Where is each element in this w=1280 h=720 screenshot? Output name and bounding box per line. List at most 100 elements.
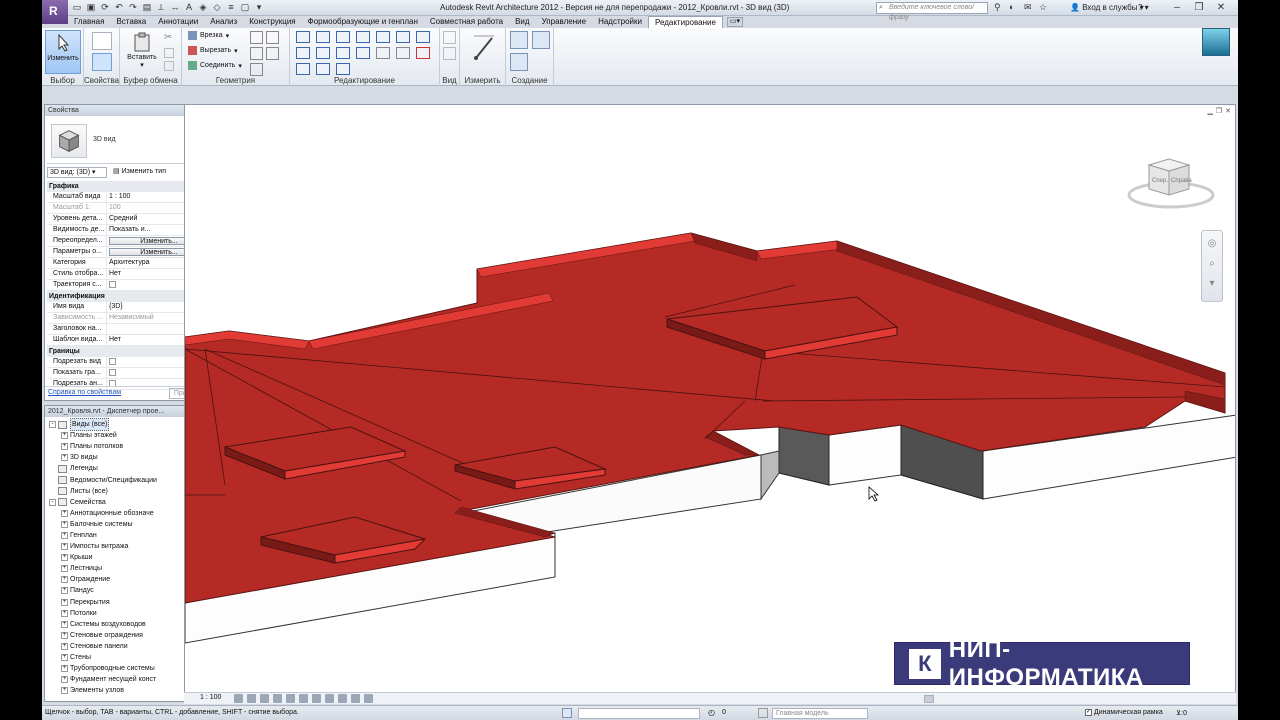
tab-1[interactable]: Вставка: [110, 16, 152, 28]
match-type-icon[interactable]: [164, 61, 174, 71]
remove-paint-icon[interactable]: [266, 47, 279, 60]
measure-tool-icon[interactable]: [472, 32, 496, 62]
save-icon[interactable]: ▣: [86, 2, 96, 12]
lock-view-icon[interactable]: [325, 694, 334, 703]
section-icon[interactable]: ◇: [212, 2, 222, 12]
3d-view-icon[interactable]: ◈: [198, 2, 208, 12]
tab-0[interactable]: Главная: [68, 16, 110, 28]
delete-icon[interactable]: [416, 47, 430, 59]
expand-icon[interactable]: +: [61, 443, 68, 451]
infocenter-search-input[interactable]: ⌕ Введите ключевое слово/фразу: [876, 2, 988, 21]
application-menu-button[interactable]: R: [42, 0, 68, 24]
expand-icon[interactable]: +: [61, 587, 68, 595]
tab-8[interactable]: Управление: [536, 16, 592, 28]
split-gap-icon[interactable]: [316, 63, 330, 75]
switch-windows-icon[interactable]: ▾: [254, 2, 264, 12]
expand-icon[interactable]: +: [61, 454, 68, 462]
checkbox[interactable]: ✓: [1085, 709, 1092, 716]
dynamic-frame-toggle[interactable]: ✓ Динамическая рамка: [1085, 709, 1163, 716]
print-icon[interactable]: ▤: [142, 2, 152, 12]
properties-icon[interactable]: [92, 53, 112, 71]
undo-icon[interactable]: ↶: [114, 2, 124, 12]
cope-button[interactable]: Врезка ▾: [188, 31, 229, 40]
redo-icon[interactable]: ↷: [128, 2, 138, 12]
expand-icon[interactable]: +: [61, 598, 68, 606]
collapse-icon[interactable]: -: [49, 498, 56, 506]
hide-icon[interactable]: [443, 31, 456, 44]
modify-button[interactable]: Изменить: [45, 30, 81, 74]
maximize-icon[interactable]: ❐: [1188, 0, 1210, 15]
close-hidden-icon[interactable]: ▢: [240, 2, 250, 12]
tab-2[interactable]: Аннотации: [152, 16, 204, 28]
sync-icon[interactable]: ⟳: [100, 2, 110, 12]
communication-icon[interactable]: ✉: [1024, 2, 1034, 13]
analytical-model-icon[interactable]: [364, 694, 373, 703]
move-icon[interactable]: [396, 31, 410, 43]
visual-style-icon[interactable]: [247, 694, 256, 703]
editing-requests-icon[interactable]: ◴: [708, 708, 715, 717]
wall-joins-icon[interactable]: [250, 31, 263, 44]
sun-path-icon[interactable]: [260, 694, 269, 703]
cut-geometry-button[interactable]: Вырезать ▾: [188, 46, 238, 55]
viewcube[interactable]: Спер. Справа: [1127, 155, 1217, 215]
trim-single-icon[interactable]: [296, 63, 310, 75]
expand-icon[interactable]: +: [61, 609, 68, 617]
trim-icon[interactable]: [316, 47, 330, 59]
expand-icon[interactable]: +: [61, 554, 68, 562]
edit-type-button[interactable]: ▤ Изменить тип: [111, 167, 168, 178]
expand-icon[interactable]: +: [61, 687, 68, 695]
expand-icon[interactable]: +: [61, 654, 68, 662]
property-checkbox[interactable]: [109, 281, 116, 288]
ribbon-minimize-toggle[interactable]: ▭▾: [726, 17, 743, 27]
minimize-icon[interactable]: ▁: [1207, 107, 1212, 115]
expand-icon[interactable]: +: [61, 531, 68, 539]
tab-7[interactable]: Вид: [509, 16, 535, 28]
copy-icon[interactable]: [164, 48, 174, 58]
mirror-draw-icon[interactable]: [356, 31, 370, 43]
favorites-icon[interactable]: ☆: [1039, 2, 1049, 13]
tab-6[interactable]: Совместная работа: [424, 16, 509, 28]
view-instance-select[interactable]: 3D вид: (3D) ▾: [47, 167, 107, 178]
workset-combo[interactable]: [578, 708, 700, 719]
unpin-icon[interactable]: [396, 47, 410, 59]
subscription-icon[interactable]: ◐: [1009, 2, 1019, 13]
create-assembly-icon[interactable]: [510, 31, 528, 49]
create-parts-icon[interactable]: [532, 31, 550, 49]
tag-icon[interactable]: A: [184, 2, 194, 12]
help-button[interactable]: ? ▾: [1138, 3, 1149, 12]
expand-icon[interactable]: +: [61, 576, 68, 584]
crop-view-icon[interactable]: [299, 694, 308, 703]
binoculars-icon[interactable]: ⚲: [994, 2, 1004, 13]
expand-icon[interactable]: +: [61, 642, 68, 650]
collapse-icon[interactable]: -: [49, 421, 56, 429]
array-icon[interactable]: [336, 47, 350, 59]
properties-help-link[interactable]: Справка по свойствам: [48, 389, 121, 396]
scale-icon[interactable]: [356, 47, 370, 59]
render-icon[interactable]: [286, 694, 295, 703]
create-group-icon[interactable]: [510, 53, 528, 71]
selection-filter[interactable]: ⊻:0: [1176, 709, 1187, 717]
split-face-icon[interactable]: [266, 31, 279, 44]
minimize-icon[interactable]: –: [1166, 0, 1188, 15]
property-checkbox[interactable]: [109, 369, 116, 376]
restore-icon[interactable]: ❐: [1216, 107, 1222, 115]
expand-icon[interactable]: +: [61, 565, 68, 573]
join-button[interactable]: Соединить ▾: [188, 61, 242, 70]
paint-icon[interactable]: [250, 47, 263, 60]
design-option-combo[interactable]: Главная модель: [772, 708, 868, 719]
tab-5[interactable]: Формообразующие и генплан: [302, 16, 424, 28]
paste-button[interactable]: Вставить ▾: [124, 30, 160, 74]
expand-icon[interactable]: +: [61, 543, 68, 551]
type-properties-icon[interactable]: [92, 32, 112, 50]
close-icon[interactable]: ✕: [1210, 0, 1232, 15]
tab-3[interactable]: Анализ: [204, 16, 243, 28]
zoom-icon[interactable]: ⌕: [1205, 257, 1219, 271]
dimension-icon[interactable]: ↔: [170, 2, 180, 12]
reveal-hidden-icon[interactable]: [351, 694, 360, 703]
override-icon[interactable]: [443, 47, 456, 60]
rotate-icon[interactable]: [296, 47, 310, 59]
shadows-icon[interactable]: [273, 694, 282, 703]
expand-icon[interactable]: +: [61, 631, 68, 639]
trim-multi-icon[interactable]: [336, 63, 350, 75]
expand-icon[interactable]: +: [61, 432, 68, 440]
